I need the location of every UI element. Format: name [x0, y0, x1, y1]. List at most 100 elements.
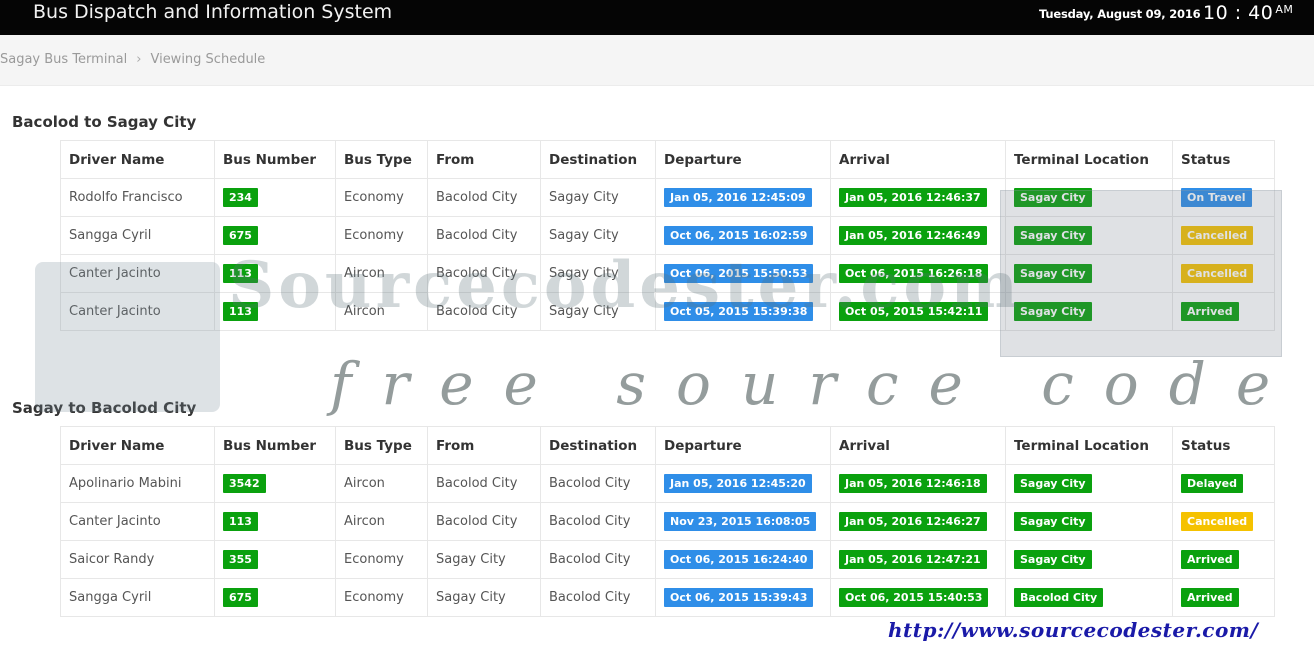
terminal-location-badge: Sagay City — [1014, 188, 1092, 207]
table-cell: Nov 23, 2015 16:08:05 — [655, 502, 831, 541]
table-cell: 234 — [214, 178, 336, 217]
departure-badge: Oct 06, 2015 16:24:40 — [664, 550, 814, 569]
table-cell: Jan 05, 2016 12:45:20 — [655, 464, 831, 503]
arrival-badge: Jan 05, 2016 12:46:27 — [839, 512, 987, 531]
breadcrumb-current: Viewing Schedule — [150, 52, 266, 67]
breadcrumb: Sagay Bus Terminal › Viewing Schedule — [0, 52, 265, 67]
clock-ampm: AM — [1275, 3, 1294, 16]
table-cell: Sagay City — [1005, 464, 1173, 503]
column-header[interactable]: Driver Name — [60, 140, 215, 179]
from-cell: Bacolod City — [427, 464, 541, 503]
departure-badge: Jan 05, 2016 12:45:09 — [664, 188, 812, 207]
table-cell: Sagay City — [1005, 540, 1173, 579]
table-cell: Sagay City — [1005, 292, 1173, 331]
status-badge: Arrived — [1181, 588, 1239, 607]
column-header[interactable]: Bus Type — [335, 426, 428, 465]
departure-badge: Oct 06, 2015 16:02:59 — [664, 226, 814, 245]
table-cell: Oct 06, 2015 16:02:59 — [655, 216, 831, 255]
table-row: Sangga Cyril 675 Economy Bacolod City Sagay … — [60, 216, 1275, 255]
bus-type-cell: Economy — [335, 540, 428, 579]
status-badge: Cancelled — [1181, 226, 1254, 245]
from-cell: Sagay City — [427, 540, 541, 579]
table-cell: Sagay City — [1005, 254, 1173, 293]
table-cell: Jan 05, 2016 12:47:21 — [830, 540, 1006, 579]
bus-type-cell: Economy — [335, 578, 428, 617]
from-cell: Bacolod City — [427, 292, 541, 331]
table-row: Saicor Randy 355 Economy Sagay City Bacolod … — [60, 540, 1275, 579]
table-cell: Arrived — [1172, 540, 1275, 579]
destination-cell: Sagay City — [540, 254, 656, 293]
departure-badge: Oct 06, 2015 15:50:53 — [664, 264, 814, 283]
bus-number-badge: 675 — [223, 226, 258, 245]
section-title-sagay-to-bacolod: Sagay to Bacolod City — [12, 399, 197, 417]
column-header[interactable]: Bus Number — [214, 140, 336, 179]
column-header[interactable]: Arrival — [830, 140, 1006, 179]
column-header[interactable]: Terminal Location — [1005, 140, 1173, 179]
table-cell: On Travel — [1172, 178, 1275, 217]
table-cell: Cancelled — [1172, 254, 1275, 293]
destination-cell: Bacolod City — [540, 464, 656, 503]
bus-type-cell: Aircon — [335, 254, 428, 293]
destination-cell: Bacolod City — [540, 540, 656, 579]
driver-name-cell: Sangga Cyril — [60, 216, 215, 255]
column-header[interactable]: From — [427, 426, 541, 465]
table-row: Canter Jacinto 113 Aircon Bacolod City Bacol… — [60, 502, 1275, 541]
terminal-location-badge: Sagay City — [1014, 226, 1092, 245]
arrival-badge: Oct 06, 2015 15:40:53 — [839, 588, 989, 607]
table-cell: Oct 06, 2015 16:26:18 — [830, 254, 1006, 293]
status-badge: On Travel — [1181, 188, 1252, 207]
column-header[interactable]: From — [427, 140, 541, 179]
status-badge: Arrived — [1181, 550, 1239, 569]
column-header[interactable]: Terminal Location — [1005, 426, 1173, 465]
column-header[interactable]: Bus Number — [214, 426, 336, 465]
driver-name-cell: Apolinario Mabini — [60, 464, 215, 503]
schedule-table-bacolod-to-sagay: Driver Name Bus Number Bus Type From Destina… — [60, 140, 1275, 331]
column-header[interactable]: Driver Name — [60, 426, 215, 465]
column-header[interactable]: Departure — [655, 426, 831, 465]
table-cell: 113 — [214, 502, 336, 541]
table-cell: Cancelled — [1172, 216, 1275, 255]
destination-cell: Sagay City — [540, 216, 656, 255]
table-row: Canter Jacinto 113 Aircon Bacolod City Sagay… — [60, 292, 1275, 331]
arrival-badge: Jan 05, 2016 12:46:18 — [839, 474, 987, 493]
from-cell: Bacolod City — [427, 502, 541, 541]
from-cell: Bacolod City — [427, 216, 541, 255]
bus-type-cell: Economy — [335, 216, 428, 255]
breadcrumb-terminal-link[interactable]: Sagay Bus Terminal — [0, 52, 127, 67]
table-cell: 113 — [214, 254, 336, 293]
bus-type-cell: Aircon — [335, 502, 428, 541]
app-title: Bus Dispatch and Information System — [33, 1, 393, 23]
column-header[interactable]: Arrival — [830, 426, 1006, 465]
bus-number-badge: 234 — [223, 188, 258, 207]
table-cell: Jan 05, 2016 12:46:27 — [830, 502, 1006, 541]
arrival-badge: Jan 05, 2016 12:46:37 — [839, 188, 987, 207]
column-header[interactable]: Status — [1172, 140, 1275, 179]
departure-badge: Oct 06, 2015 15:39:43 — [664, 588, 814, 607]
table-cell: 3542 — [214, 464, 336, 503]
arrival-badge: Oct 06, 2015 16:26:18 — [839, 264, 989, 283]
status-badge: Cancelled — [1181, 512, 1254, 531]
driver-name-cell: Canter Jacinto — [60, 254, 215, 293]
table-cell: Arrived — [1172, 578, 1275, 617]
current-date: Tuesday, August 09, 2016 — [1039, 7, 1201, 21]
top-bar: Bus Dispatch and Information System Tues… — [0, 0, 1314, 35]
table-cell: Oct 06, 2015 16:24:40 — [655, 540, 831, 579]
watermark-tagline: free source code — [330, 350, 1301, 418]
table-cell: 113 — [214, 292, 336, 331]
table-cell: Oct 06, 2015 15:50:53 — [655, 254, 831, 293]
table-cell: 355 — [214, 540, 336, 579]
column-header[interactable]: Departure — [655, 140, 831, 179]
bus-number-badge: 113 — [223, 512, 258, 531]
column-header[interactable]: Destination — [540, 140, 656, 179]
terminal-location-badge: Bacolod City — [1014, 588, 1104, 607]
terminal-location-badge: Sagay City — [1014, 474, 1092, 493]
column-header[interactable]: Destination — [540, 426, 656, 465]
schedule-table-sagay-to-bacolod: Driver Name Bus Number Bus Type From Destina… — [60, 426, 1275, 617]
table-cell: Oct 06, 2015 15:39:43 — [655, 578, 831, 617]
clock: 10 : 40 AM — [1203, 0, 1293, 26]
column-header[interactable]: Status — [1172, 426, 1275, 465]
column-header[interactable]: Bus Type — [335, 140, 428, 179]
table-row: Sangga Cyril 675 Economy Sagay City Bacolod … — [60, 578, 1275, 617]
bus-type-cell: Aircon — [335, 464, 428, 503]
table-cell: Delayed — [1172, 464, 1275, 503]
